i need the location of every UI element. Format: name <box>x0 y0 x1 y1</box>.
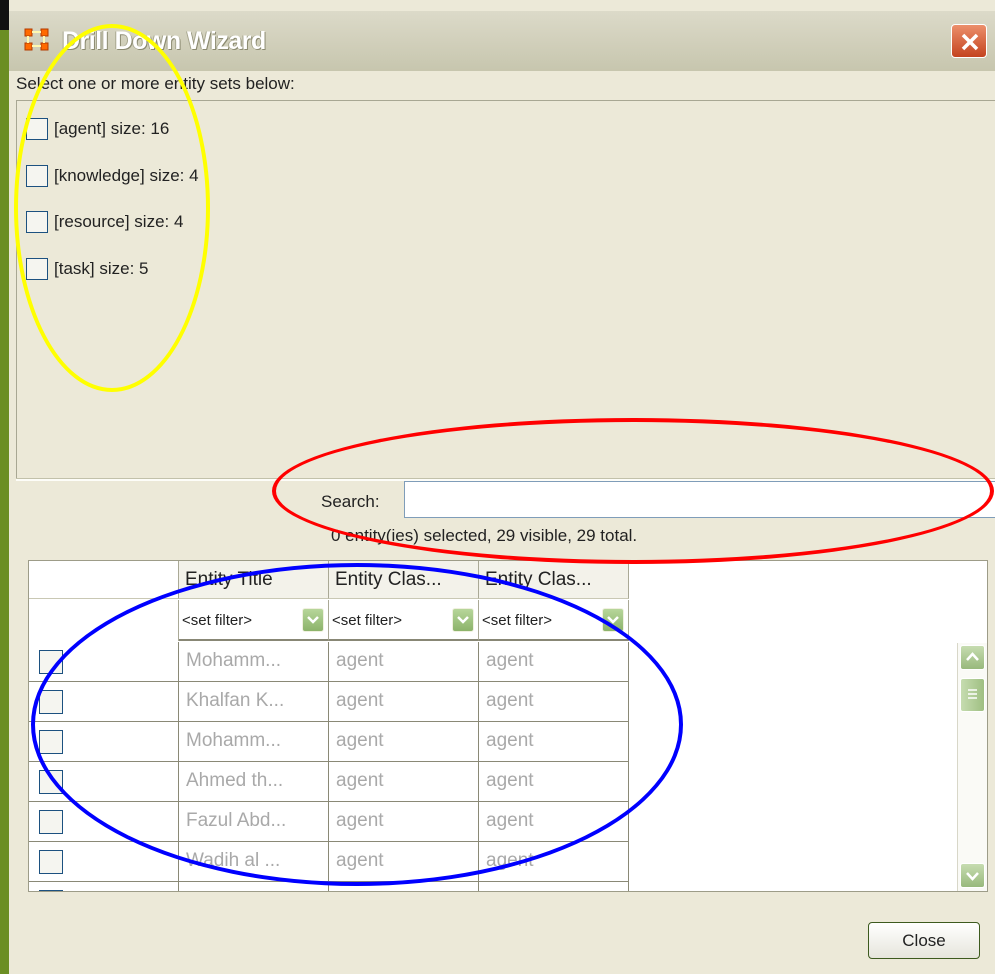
column-filter-entity-title[interactable]: <set filter> <box>179 600 329 641</box>
row-select-cell <box>29 722 179 762</box>
row-select-cell <box>29 762 179 802</box>
row-select-cell <box>29 802 179 842</box>
column-header-entity-class-2[interactable]: Entity Clas... <box>479 561 629 599</box>
entity-set-knowledge[interactable]: [knowledge] size: 4 <box>26 165 199 193</box>
cell-entity-title: Ahmed th... <box>179 762 329 802</box>
scroll-down-button[interactable] <box>960 863 985 888</box>
window-title: Drill Down Wizard <box>62 27 266 55</box>
row-checkbox[interactable] <box>39 770 63 794</box>
filter-value: <set filter> <box>332 612 403 629</box>
cell-entity-class <box>479 882 629 891</box>
cell-entity-title: Fazul Abd... <box>179 802 329 842</box>
cell-entity-class: agent <box>479 682 629 722</box>
entity-set-label: [resource] size: 4 <box>54 212 184 231</box>
table-row[interactable]: Khalfan K... agent agent <box>29 682 629 722</box>
row-checkbox[interactable] <box>39 850 63 874</box>
cell-entity-title: Wadih al ... <box>179 842 329 882</box>
cell-entity-class: agent <box>329 802 479 842</box>
window-close-button[interactable] <box>951 24 987 58</box>
entity-set-checkbox[interactable] <box>26 258 48 280</box>
entity-set-resource[interactable]: [resource] size: 4 <box>26 211 183 239</box>
table-row[interactable]: Mohamm... agent agent <box>29 722 629 762</box>
row-select-cell <box>29 682 179 722</box>
cell-entity-class: agent <box>479 642 629 682</box>
app-network-icon <box>24 28 49 51</box>
title-bar[interactable]: Drill Down Wizard <box>9 11 995 71</box>
cell-entity-class: agent <box>329 682 479 722</box>
entity-sets-panel <box>16 100 995 478</box>
row-select-cell <box>29 882 179 891</box>
chevron-down-icon <box>966 872 979 881</box>
search-label: Search: <box>321 492 380 511</box>
table-row[interactable]: Ahmed th... agent agent <box>29 762 629 802</box>
cell-entity-class: agent <box>329 842 479 882</box>
entity-set-checkbox[interactable] <box>26 211 48 233</box>
instruction-text: Select one or more entity sets below: <box>16 74 295 93</box>
close-icon <box>961 33 979 51</box>
chevron-down-icon <box>607 616 619 624</box>
filter-value: <set filter> <box>482 612 553 629</box>
column-header-entity-class-1[interactable]: Entity Clas... <box>329 561 479 599</box>
drill-down-wizard-window: Drill Down Wizard Select one or more ent… <box>0 0 995 974</box>
cell-entity-class: agent <box>479 722 629 762</box>
column-header-entity-title[interactable]: Entity Title <box>179 561 329 599</box>
entity-set-label: [task] size: 5 <box>54 259 149 278</box>
table-row-partial[interactable] <box>29 882 629 891</box>
row-checkbox[interactable] <box>39 730 63 754</box>
filter-row-blank <box>29 600 179 641</box>
row-checkbox[interactable] <box>39 890 63 891</box>
cell-entity-title: Khalfan K... <box>179 682 329 722</box>
table-row[interactable]: Mohamm... agent agent <box>29 642 629 682</box>
entity-set-label: [agent] size: 16 <box>54 119 170 138</box>
table-corner-header <box>29 561 179 599</box>
cell-entity-class: agent <box>329 762 479 802</box>
chevron-down-icon <box>307 616 319 624</box>
scroll-thumb[interactable] <box>960 678 985 712</box>
cell-entity-class: agent <box>479 842 629 882</box>
row-checkbox[interactable] <box>39 810 63 834</box>
entity-set-checkbox[interactable] <box>26 165 48 187</box>
search-input[interactable] <box>404 481 995 518</box>
chevron-down-icon <box>457 616 469 624</box>
selection-status: 0 entity(ies) selected, 29 visible, 29 t… <box>331 526 638 545</box>
entity-set-label: [knowledge] size: 4 <box>54 166 199 185</box>
row-checkbox[interactable] <box>39 690 63 714</box>
filter-value: <set filter> <box>182 612 253 629</box>
filter-dropdown-button[interactable] <box>602 608 624 632</box>
scroll-up-button[interactable] <box>960 645 985 670</box>
entity-set-agent[interactable]: [agent] size: 16 <box>26 118 169 146</box>
grip-icon <box>968 689 977 699</box>
row-select-cell <box>29 642 179 682</box>
cell-entity-class: agent <box>479 762 629 802</box>
table-vertical-scrollbar[interactable] <box>957 643 987 891</box>
table-row[interactable]: Fazul Abd... agent agent <box>29 802 629 842</box>
chevron-up-icon <box>966 652 979 661</box>
column-filter-entity-class-2[interactable]: <set filter> <box>479 600 629 641</box>
cell-entity-class: agent <box>479 802 629 842</box>
column-filter-entity-class-1[interactable]: <set filter> <box>329 600 479 641</box>
window-left-edge <box>0 0 9 974</box>
cell-entity-class <box>329 882 479 891</box>
close-button[interactable]: Close <box>868 922 980 959</box>
cell-entity-title: Mohamm... <box>179 642 329 682</box>
cell-entity-title: Mohamm... <box>179 722 329 762</box>
row-select-cell <box>29 842 179 882</box>
cell-entity-title <box>179 882 329 891</box>
entity-set-task[interactable]: [task] size: 5 <box>26 258 148 286</box>
filter-dropdown-button[interactable] <box>302 608 324 632</box>
cell-entity-class: agent <box>329 722 479 762</box>
row-checkbox[interactable] <box>39 650 63 674</box>
entity-set-checkbox[interactable] <box>26 118 48 140</box>
filter-dropdown-button[interactable] <box>452 608 474 632</box>
table-row[interactable]: Wadih al ... agent agent <box>29 842 629 882</box>
entity-table: Entity Title Entity Clas... Entity Clas.… <box>28 560 988 892</box>
cell-entity-class: agent <box>329 642 479 682</box>
